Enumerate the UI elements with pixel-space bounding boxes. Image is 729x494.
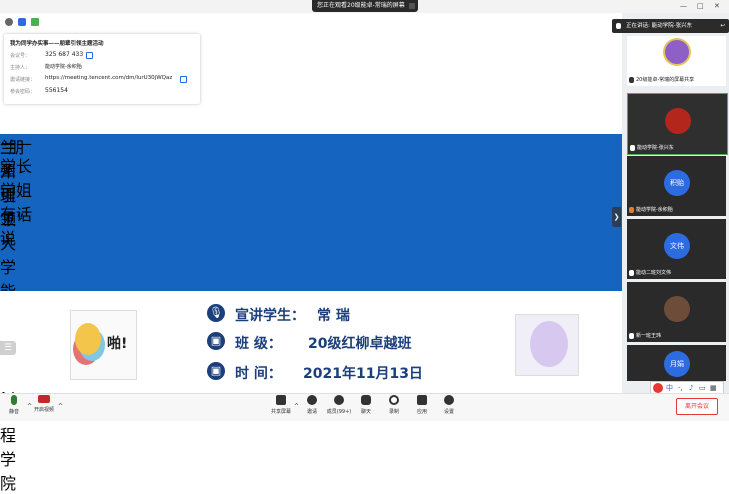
avatar — [665, 108, 691, 134]
meeting-id-value: 325 687 433 — [45, 51, 84, 58]
time-label: 时 间： — [235, 366, 282, 382]
window-title-bar: 您正在观看20级能卓-常瑞的屏幕 — □ ✕ — [0, 0, 729, 13]
invite-link-label: 邀请链接： — [10, 77, 36, 83]
participant-tile[interactable]: 20级能卓-常瑞的屏幕共享 — [627, 36, 726, 86]
invite-button[interactable]: 邀请 — [299, 395, 325, 415]
copy-icon[interactable] — [86, 52, 93, 59]
settings-button[interactable]: 设置 — [436, 395, 462, 415]
host-label: 主持人： — [10, 65, 31, 71]
avatar: 月娟 — [664, 351, 690, 377]
minimize-button[interactable]: — — [680, 1, 687, 11]
participant-name: 新一班王玮 — [629, 332, 661, 340]
meeting-info-card: 我为同学办实事——朋辈引领主题活动 会议号： 325 687 433 主持人： … — [4, 34, 200, 104]
host-value: 能动学院-余积贻 — [45, 64, 82, 70]
participant-tile[interactable]: 能动学院-张兴东 — [627, 93, 728, 155]
close-window-button[interactable]: ✕ — [714, 1, 720, 11]
class-value: 20级红柳卓越班 — [308, 336, 412, 352]
sticker-right — [515, 314, 579, 376]
participant-name: 能动学院-余积贻 — [629, 206, 673, 214]
signal-icon[interactable] — [31, 18, 39, 26]
settings-icon — [444, 395, 454, 405]
meeting-title: 我为同学办实事——朋辈引领主题活动 — [10, 41, 104, 47]
participant-tile[interactable]: 新一班王玮 — [627, 282, 726, 342]
speaker-label: 宣讲学生： — [235, 308, 305, 324]
camera-off-icon — [38, 395, 50, 403]
start-video-button[interactable]: 开启视频 — [31, 395, 57, 413]
participant-name: 能动二班刘文伟 — [629, 269, 671, 277]
close-icon[interactable] — [409, 3, 415, 9]
record-icon — [389, 395, 399, 405]
leave-meeting-button[interactable]: 离开会议 — [676, 398, 718, 415]
participant-name: 能动学院-张兴东 — [630, 144, 674, 152]
participant-tile[interactable]: 积贻 能动学院-余积贻 — [627, 156, 726, 216]
panel-toggle-button[interactable]: ❯ — [612, 207, 621, 227]
time-value: 2021年11月13日 — [303, 366, 423, 382]
slide-top-area — [0, 110, 622, 134]
speaker-value: 常 瑞 — [317, 308, 350, 324]
class-label: 班 级： — [235, 336, 282, 352]
password-value: 556154 — [45, 87, 68, 94]
share-screen-button[interactable]: 共享屏幕 — [268, 395, 294, 415]
participant-name: 20级能卓-常瑞的屏幕共享 — [629, 76, 694, 84]
microphone-icon: 🎙 — [207, 304, 225, 322]
record-button[interactable]: 录制 — [381, 395, 407, 415]
collapse-menu-button[interactable]: ☰ — [0, 341, 16, 355]
ime-logo-icon — [653, 383, 663, 393]
speaking-text: 正在讲话: 能动学院-张兴东 — [626, 23, 693, 29]
rainbow-face-icon — [75, 323, 101, 355]
meeting-id-label: 会议号： — [10, 53, 31, 59]
pin-icon[interactable]: ↩ — [720, 19, 725, 33]
share-screen-icon — [276, 395, 286, 405]
avatar — [665, 40, 689, 64]
shield-icon[interactable] — [18, 18, 26, 26]
chat-icon — [361, 395, 371, 405]
chat-button[interactable]: 聊天 — [353, 395, 379, 415]
presenter-icon: ▣ — [207, 332, 225, 350]
password-label: 参会密码： — [10, 89, 36, 95]
invite-icon — [307, 395, 317, 405]
sticker-left: 啪! — [70, 310, 137, 380]
sticker-text: 啪! — [107, 336, 128, 352]
microphone-icon — [11, 395, 17, 405]
microphone-icon — [616, 23, 621, 29]
participant-tile[interactable]: 文伟 能动二班刘文伟 — [627, 219, 726, 279]
avatar: 积贻 — [664, 170, 690, 196]
mute-button[interactable]: 静音 — [1, 395, 27, 415]
members-button[interactable]: 成员(99+) — [326, 395, 352, 415]
copy-icon[interactable] — [180, 76, 187, 83]
speaking-indicator: 正在讲话: 能动学院-张兴东 ↩ — [612, 19, 729, 33]
apps-icon — [417, 395, 427, 405]
share-notice-pill[interactable]: 您正在观看20级能卓-常瑞的屏幕 — [312, 0, 418, 12]
info-icon[interactable] — [5, 18, 13, 26]
presenter-icon: ▣ — [207, 362, 225, 380]
chevron-up-icon[interactable]: ^ — [58, 403, 63, 410]
avatar — [664, 296, 690, 322]
avatar: 文伟 — [664, 233, 690, 259]
apps-button[interactable]: 应用 — [409, 395, 435, 415]
maximize-button[interactable]: □ — [697, 1, 704, 11]
invite-link-value: https://meeting.tencent.com/dm/lurU30jWQ… — [45, 75, 173, 81]
members-icon — [334, 395, 344, 405]
participant-tile[interactable]: 月娟 — [627, 345, 726, 381]
face-icon — [530, 321, 568, 367]
share-notice-text: 您正在观看20级能卓-常瑞的屏幕 — [317, 2, 405, 9]
